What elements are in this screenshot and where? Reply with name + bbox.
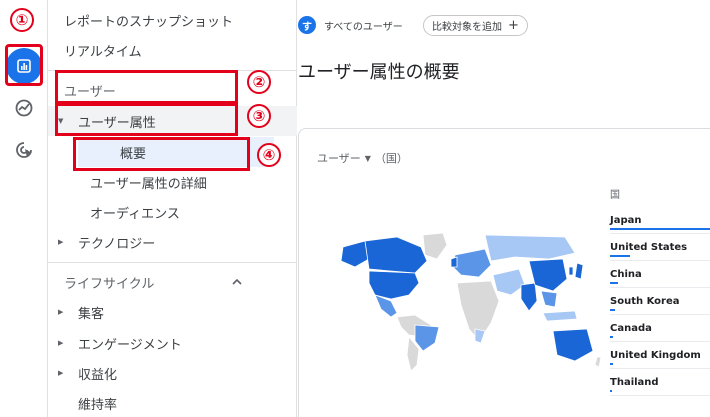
dropdown-arrow-icon: ▼ [364,153,371,163]
country-row[interactable]: Thailand [610,369,710,396]
country-name: South Korea [610,295,680,307]
sidebar-item-acquisition[interactable]: ▶ 集客 [48,297,297,327]
sidebar-item-label: テクノロジー [78,236,156,252]
country-name: Canada [610,322,652,334]
bar-chart-icon [17,59,31,73]
map-uk [450,256,458,268]
sidebar-item-label: ユーザー属性 [78,115,156,131]
sidebar-item-label: オーディエンス [90,206,180,222]
advertising-nav-button[interactable] [12,138,36,162]
sidebar-item-monetization[interactable]: ▶ 収益化 [48,358,297,388]
sidebar-item-engagement[interactable]: ▶ エンゲージメント [48,328,297,358]
map-alaska [340,240,370,268]
map-indonesia [542,310,578,322]
sidebar-item-retention[interactable]: 維持率 [48,388,297,417]
audience-label: すべてのユーザー [324,21,403,33]
dimension-suffix: （国） [374,152,408,165]
expand-arrow-icon: ▶ [58,308,64,316]
map-middle-east [492,268,526,296]
country-name: United Kingdom [610,349,701,361]
world-map[interactable] [335,225,605,375]
dimension-selector[interactable]: ユーザー ▼ （国） [317,150,408,166]
sidebar-item-label: 維持率 [78,397,118,413]
callout-number-4: ④ [257,143,281,167]
comparison-label: 比較対象を追加 [432,22,502,33]
section-label: ユーザー [64,84,116,100]
audience-badge: す [298,16,316,34]
country-row[interactable]: China [610,261,710,288]
map-canada [364,236,428,274]
map-india [520,282,538,312]
reports-sidebar: レポートのスナップショット リアルタイム ユーザー ▼ ユーザー属性 概要 ユー… [48,0,297,417]
map-southeast-asia [540,290,558,308]
expand-arrow-icon: ▶ [58,369,64,377]
explore-icon [15,99,33,117]
collapse-arrow-icon: ▼ [58,117,64,125]
map-usa [368,270,420,300]
sidebar-item-realtime[interactable]: リアルタイム [48,35,297,65]
country-share-bar [610,309,615,311]
map-brazil [414,324,440,352]
country-name: Japan [610,214,642,226]
expand-arrow-icon: ▶ [58,339,64,347]
callout-number-1: ① [10,8,34,32]
map-russia [484,234,576,262]
map-new-zealand [594,356,602,368]
map-south-africa [474,328,486,344]
dimension-label: ユーザー [317,152,361,165]
add-comparison-button[interactable]: 比較対象を追加 + [423,15,528,36]
map-europe [452,248,492,278]
country-column-header: 国 [610,190,620,201]
plus-icon: + [508,18,519,33]
section-label: ライフサイクル [64,276,155,292]
expand-arrow-icon: ▶ [58,238,64,246]
sidebar-item-label: 集客 [78,306,105,322]
country-share-bar [610,390,612,392]
country-row[interactable]: Japan [610,207,710,234]
callout-number-3: ③ [247,104,271,128]
country-share-bar [610,228,710,230]
nav-rail [0,0,48,417]
sidebar-item-audiences[interactable]: オーディエンス [48,197,297,227]
advertising-icon [16,142,32,158]
country-share-bar [610,282,618,284]
country-row[interactable]: United States [610,234,710,261]
divider [48,262,297,263]
chevron-up-icon [232,278,242,285]
reports-nav-button[interactable] [6,48,42,84]
sidebar-item-snapshot[interactable]: レポートのスナップショット [48,5,297,35]
country-name: United States [610,241,688,253]
country-row[interactable]: South Korea [610,288,710,315]
country-row[interactable]: United Kingdom [610,342,710,369]
map-greenland [422,232,448,260]
country-row[interactable]: Canada [610,315,710,342]
sidebar-item-label: ユーザー属性の詳細 [90,176,207,192]
country-share-bar [610,336,613,338]
map-japan [574,262,584,280]
country-share-bar [610,363,613,365]
sidebar-item-label: レポートのスナップショット [64,14,234,30]
explore-nav-button[interactable] [12,96,36,120]
country-name: China [610,268,642,280]
sidebar-item-label: 概要 [120,146,147,162]
callout-number-2: ② [247,70,271,94]
sidebar-item-demographics-detail[interactable]: ユーザー属性の詳細 [48,167,297,197]
audience-chip[interactable]: す すべてのユーザー [298,14,403,36]
sidebar-item-overview[interactable]: 概要 [78,137,274,167]
sidebar-item-label: エンゲージメント [78,337,182,353]
sidebar-item-label: リアルタイム [64,44,142,60]
sidebar-item-label: 収益化 [78,367,118,383]
country-share-bar [610,255,630,257]
section-header-lifecycle[interactable]: ライフサイクル [48,267,297,297]
page-title: ユーザー属性の概要 [298,62,460,83]
sidebar-item-technology[interactable]: ▶ テクノロジー [48,227,297,257]
country-name: Thailand [610,376,659,388]
map-korea [568,266,574,276]
map-australia [552,328,594,362]
